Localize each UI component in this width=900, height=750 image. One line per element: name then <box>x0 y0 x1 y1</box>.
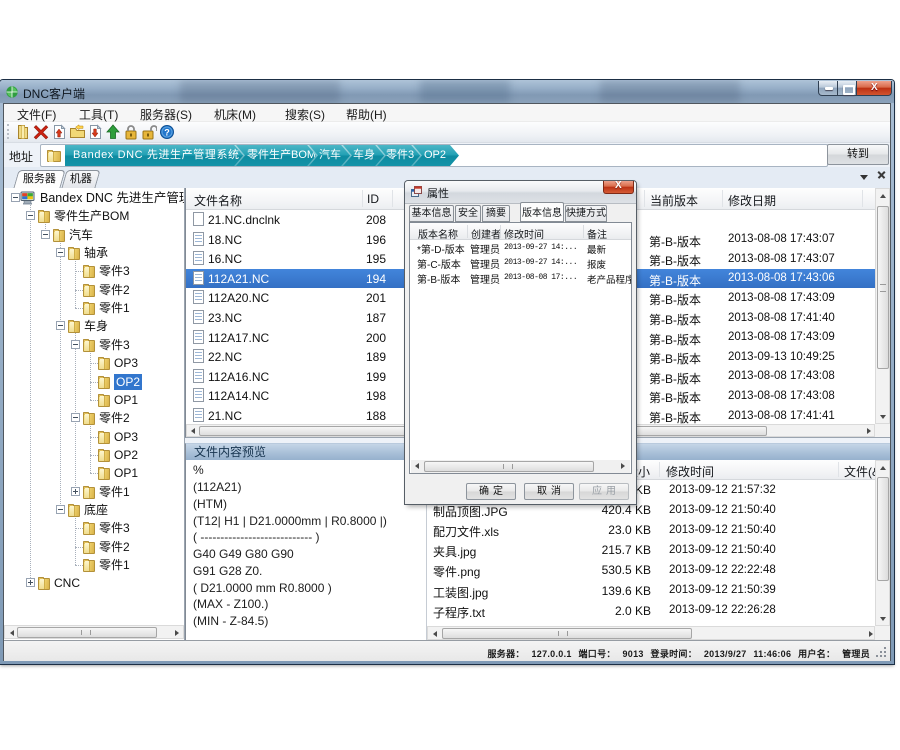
svg-text:?: ? <box>164 128 170 138</box>
